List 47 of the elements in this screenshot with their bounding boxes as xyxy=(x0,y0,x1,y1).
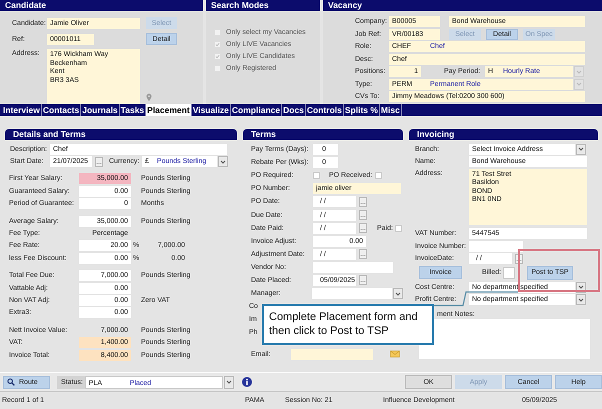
panel-header: Candidate xyxy=(0,0,203,11)
panel-header: Search Modes xyxy=(206,0,320,11)
tab[interactable]: Compliance xyxy=(230,104,282,116)
checkmark-icon xyxy=(215,54,220,59)
tab[interactable]: Journals xyxy=(81,104,120,116)
checkbox[interactable] xyxy=(313,172,320,180)
date-picker-button[interactable] xyxy=(359,223,367,234)
callout-tooltip: Complete Placement form and then click to Post to TSP xyxy=(262,304,434,345)
checkbox[interactable] xyxy=(395,224,402,232)
dropdown-button[interactable] xyxy=(576,294,586,306)
date-picker-button[interactable] xyxy=(359,210,367,220)
date-picker-button[interactable] xyxy=(359,275,367,286)
date-picker-button[interactable] xyxy=(95,156,103,167)
tab[interactable]: Splits % xyxy=(344,104,380,116)
email-button[interactable] xyxy=(390,350,400,360)
tab[interactable]: Controls xyxy=(306,104,344,116)
checkmark-icon xyxy=(215,42,220,47)
date-picker-button[interactable] xyxy=(359,249,367,260)
tab[interactable]: Misc xyxy=(380,104,402,116)
search-icon xyxy=(7,378,15,386)
tab[interactable]: Placement xyxy=(146,104,192,116)
envelope-icon xyxy=(390,350,400,358)
checkbox[interactable] xyxy=(375,172,382,180)
dropdown-button[interactable] xyxy=(576,144,586,155)
tab[interactable]: Interview xyxy=(2,104,42,116)
checkbox[interactable] xyxy=(503,266,515,279)
section-header: Terms xyxy=(243,129,403,140)
info-icon[interactable] xyxy=(242,377,252,387)
email-field[interactable] xyxy=(291,349,373,360)
chevron-down-icon xyxy=(577,145,585,154)
dropdown-button[interactable] xyxy=(218,156,228,168)
tab[interactable]: Docs xyxy=(282,104,306,116)
chevron-down-icon xyxy=(394,290,402,298)
panel-header: Vacancy xyxy=(323,0,602,11)
tab[interactable]: Visualize xyxy=(192,104,231,116)
chevron-down-icon xyxy=(219,158,227,166)
date-picker-button[interactable] xyxy=(359,196,367,207)
chevron-down-icon xyxy=(224,378,233,386)
text-field[interactable] xyxy=(313,262,393,273)
tab[interactable]: Contacts xyxy=(42,104,82,116)
dropdown-button[interactable] xyxy=(393,288,403,300)
section-header: Details and Terms xyxy=(5,129,237,140)
dropdown-button[interactable] xyxy=(224,376,234,388)
location-pin-icon[interactable] xyxy=(146,93,152,102)
invoice-number-field[interactable] xyxy=(469,240,523,252)
notes-field[interactable] xyxy=(419,319,590,360)
section-header: Invoicing xyxy=(409,129,598,140)
